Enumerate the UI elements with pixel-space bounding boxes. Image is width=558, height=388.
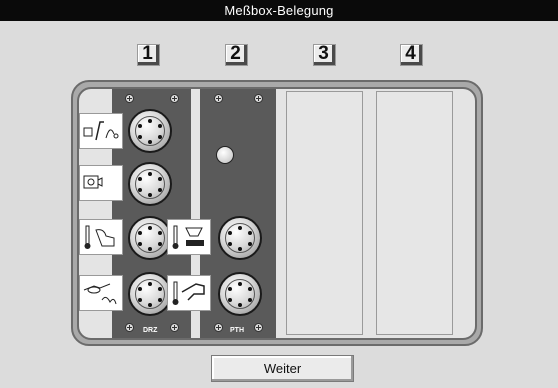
socket-1c[interactable] <box>128 216 172 260</box>
camera-sensor-icon[interactable] <box>79 165 123 201</box>
screw-icon <box>125 94 134 103</box>
slot-number-2: 2 <box>225 43 248 66</box>
measurement-box: DRZ PTH <box>77 87 477 340</box>
module-label-2: PTH <box>230 327 244 334</box>
slot-number-1: 1 <box>137 43 160 66</box>
temperature-probe-icon[interactable] <box>79 219 123 255</box>
slot-number-3: 3 <box>313 43 336 66</box>
screw-icon <box>170 323 179 332</box>
module-label-1: DRZ <box>143 327 158 334</box>
slot-number-4: 4 <box>400 43 423 66</box>
status-led-icon <box>216 146 234 164</box>
module-slot-2[interactable]: PTH <box>200 89 276 338</box>
socket-1b[interactable] <box>128 162 172 206</box>
socket-1a[interactable] <box>128 109 172 153</box>
screw-icon <box>125 323 134 332</box>
screw-icon <box>170 94 179 103</box>
module-slot-3[interactable] <box>286 91 363 335</box>
thermometer-level-sensor-icon[interactable] <box>167 219 211 255</box>
screw-icon <box>214 323 223 332</box>
thermometer-fuel-nozzle-icon[interactable] <box>167 275 211 311</box>
window-title: Meßbox-Belegung <box>0 0 558 21</box>
screw-icon <box>214 94 223 103</box>
torque-wrench-sensor-icon[interactable] <box>79 113 123 149</box>
socket-1d[interactable] <box>128 272 172 316</box>
module-slot-4[interactable] <box>376 91 453 335</box>
socket-2a[interactable] <box>218 216 262 260</box>
screw-icon <box>254 94 263 103</box>
oil-can-sensor-icon[interactable] <box>79 275 123 311</box>
socket-2b[interactable] <box>218 272 262 316</box>
next-button[interactable]: Weiter <box>211 355 354 382</box>
screw-icon <box>254 323 263 332</box>
